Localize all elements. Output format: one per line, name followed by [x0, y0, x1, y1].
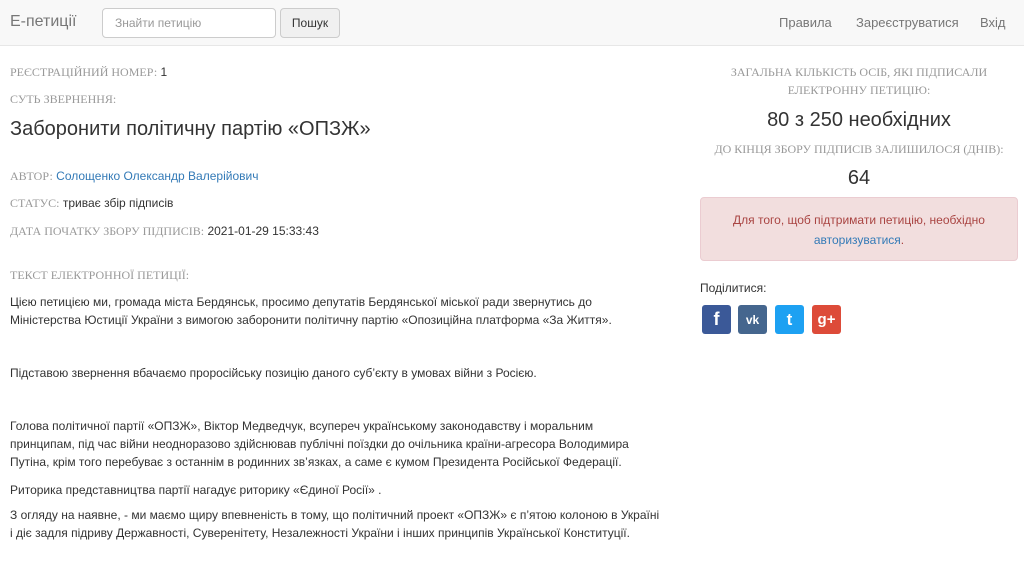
author-row: АВТОР: Солощенко Олександр Валерійович: [10, 169, 258, 184]
nav-link-login[interactable]: Вхід: [980, 15, 1006, 30]
status-value: триває збір підписів: [62, 196, 174, 210]
brand-logo[interactable]: Е-петиції: [10, 13, 76, 31]
share-label: Поділитися:: [700, 281, 767, 295]
petition-paragraph: Голова політичної партії «ОПЗЖ», Віктор …: [10, 419, 629, 469]
date-label: ДАТА ПОЧАТКУ ЗБОРУ ПІДПИСІВ:: [10, 224, 205, 238]
signatures-label: ЗАГАЛЬНА КІЛЬКІСТЬ ОСІБ, ЯКІ ПІДПИСАЛИ Е…: [730, 65, 988, 97]
petition-paragraph: Цією петицією ми, громада міста Бердянсь…: [10, 295, 612, 327]
registration-label: РЕЄСТРАЦІЙНИЙ НОМЕР:: [10, 65, 158, 79]
registration-number: 1: [160, 65, 168, 79]
petition-paragraph: З огляду на наявне, - ми маємо щиру впев…: [10, 508, 660, 540]
petition-title: Заборонити політичну партію «ОПЗЖ»: [10, 118, 371, 140]
login-alert: Для того, щоб підтримати петицію, необхі…: [700, 197, 1018, 261]
author-label: АВТОР:: [10, 169, 53, 183]
text-label-row: ТЕКСТ ЕЛЕКТРОННОЇ ПЕТИЦІЇ:: [10, 268, 189, 283]
search-button[interactable]: Пошук: [280, 8, 340, 38]
alert-text: Для того, щоб підтримати петицію, необхі…: [733, 213, 985, 227]
vk-icon[interactable]: vk: [738, 305, 767, 334]
nav-link-rules[interactable]: Правила: [779, 15, 832, 30]
navbar: Е-петиції Пошук Правила Зареєструватися …: [0, 0, 1024, 46]
petition-paragraph: Риторика представництва партії нагадує р…: [10, 483, 382, 497]
essence-row: СУТЬ ЗВЕРНЕННЯ:: [10, 92, 116, 107]
search-input[interactable]: [102, 8, 276, 38]
author-link[interactable]: Солощенко Олександр Валерійович: [56, 169, 258, 183]
status-label: СТАТУС:: [10, 196, 60, 210]
nav-link-register[interactable]: Зареєструватися: [856, 15, 959, 30]
petition-paragraph: Підставою звернення вбачаємо проросійськ…: [10, 366, 537, 380]
facebook-icon[interactable]: f: [702, 305, 731, 334]
registration-row: РЕЄСТРАЦІЙНИЙ НОМЕР: 1: [10, 65, 167, 80]
essence-label: СУТЬ ЗВЕРНЕННЯ:: [10, 92, 117, 106]
google-plus-icon[interactable]: g+: [812, 305, 841, 334]
days-left-value: 64: [847, 167, 871, 189]
signatures-count: 80 з 250 необхідних: [767, 109, 951, 131]
twitter-icon[interactable]: t: [775, 305, 804, 334]
start-date: 2021-01-29 15:33:43: [207, 224, 319, 238]
login-link[interactable]: авторизуватися: [814, 233, 901, 247]
days-left-label: ДО КІНЦЯ ЗБОРУ ПІДПИСІВ ЗАЛИШИЛОСЯ (ДНІВ…: [714, 142, 1004, 156]
date-row: ДАТА ПОЧАТКУ ЗБОРУ ПІДПИСІВ: 2021-01-29 …: [10, 224, 319, 239]
status-row: СТАТУС: триває збір підписів: [10, 196, 173, 211]
petition-text-label: ТЕКСТ ЕЛЕКТРОННОЇ ПЕТИЦІЇ:: [10, 268, 190, 282]
